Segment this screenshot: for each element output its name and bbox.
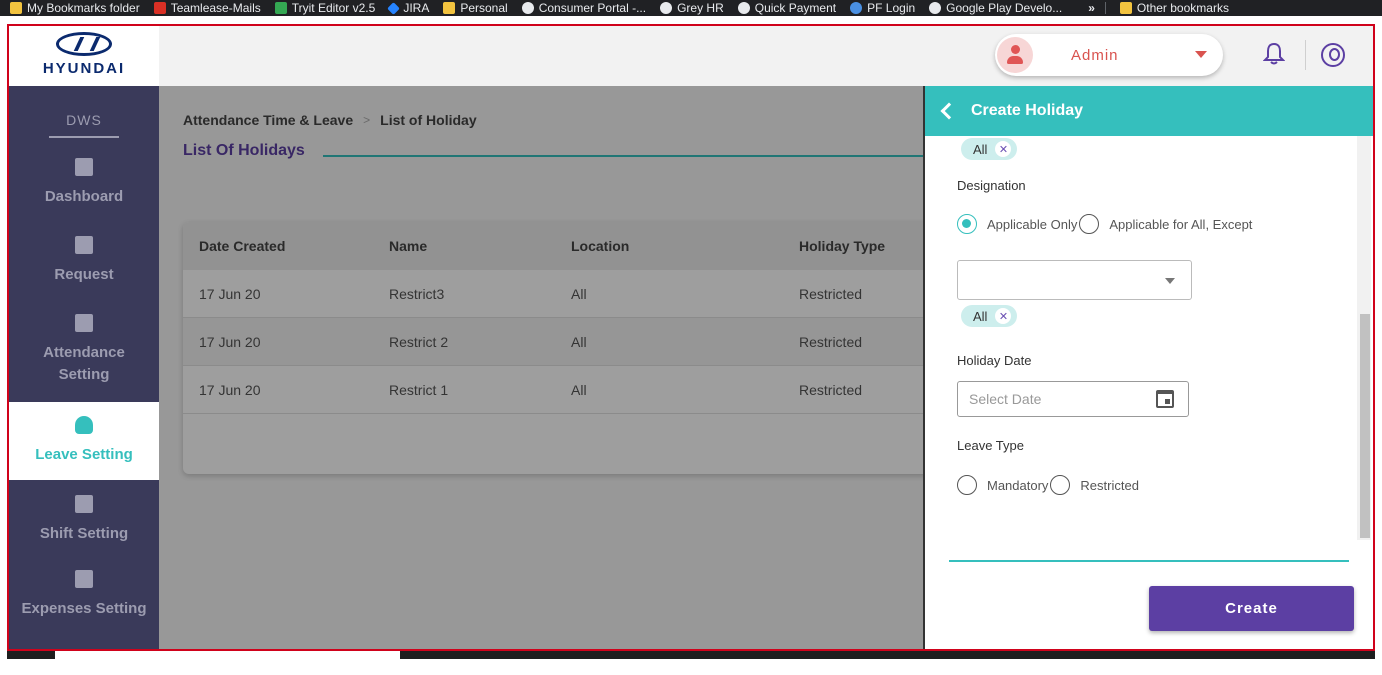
sidebar-item-dashboard[interactable]: Dashboard — [9, 158, 159, 214]
radio-label: Applicable for All, Except — [1109, 216, 1253, 232]
holiday-date-input[interactable] — [969, 391, 1139, 407]
user-role-dropdown[interactable]: Admin — [995, 34, 1223, 76]
folder-icon — [443, 2, 456, 14]
user-profile-icon[interactable] — [1321, 43, 1345, 67]
designation-radio-group: Applicable Only Applicable for All, Exce… — [957, 214, 1252, 234]
sidebar-item-request[interactable]: Request — [9, 236, 159, 292]
modal-backdrop[interactable] — [159, 86, 923, 649]
app-window: HYUNDAI Admin DWS Dashboard Request Atte… — [7, 24, 1375, 651]
brand-logo[interactable]: HYUNDAI — [29, 32, 139, 80]
radio-applicable-for-all-except[interactable] — [1079, 214, 1100, 234]
sidebar-item-shift-setting[interactable]: Shift Setting — [9, 480, 159, 560]
drawer-title: Create Holiday — [971, 102, 1084, 119]
sidebar-item-expenses-setting[interactable]: Expenses Setting — [9, 570, 159, 630]
radio-label: Restricted — [1080, 477, 1139, 493]
dashboard-icon — [75, 158, 93, 176]
hyundai-emblem-icon — [56, 32, 112, 56]
w3-icon — [274, 2, 287, 14]
globe-icon — [660, 2, 673, 14]
bookmarks-bar: My Bookmarks folder Teamlease-Mails Tryi… — [0, 0, 1382, 16]
bookmarks-divider — [1104, 2, 1106, 14]
location-chip: All ✕ — [961, 138, 1018, 160]
sidebar-section-title: DWS — [49, 112, 119, 138]
leave-type-radio-group: Mandatory Restricted — [957, 475, 1139, 495]
create-button[interactable]: Create — [1149, 586, 1354, 631]
request-icon — [75, 236, 93, 254]
bookmark-other-bookmarks[interactable]: Other bookmarks — [1119, 1, 1229, 15]
bookmark-jira[interactable]: JIRA — [387, 1, 429, 15]
chip-label: All — [973, 308, 988, 324]
sidebar-item-label: Expenses Setting — [21, 600, 147, 617]
bookmark-personal[interactable]: Personal — [443, 1, 508, 15]
gmail-icon — [153, 2, 166, 14]
globe-icon — [929, 2, 942, 14]
sidebar-item-label: Request — [54, 266, 114, 283]
sidebar-item-leave-setting[interactable]: Leave Setting — [9, 402, 159, 480]
bookmark-quick-payment[interactable]: Quick Payment — [737, 1, 836, 15]
user-role-label: Admin — [1071, 46, 1119, 64]
globe-icon — [521, 2, 534, 14]
document-icon — [75, 495, 93, 513]
holiday-date-label: Holiday Date — [957, 353, 1032, 368]
radio-label: Applicable Only — [987, 216, 1078, 232]
pf-icon — [850, 2, 863, 14]
admin-avatar-icon — [997, 37, 1033, 73]
jira-icon — [387, 1, 401, 15]
designation-label: Designation — [957, 178, 1026, 193]
calendar-icon[interactable] — [1156, 390, 1174, 408]
leave-type-label: Leave Type — [957, 438, 1024, 453]
logo-text: HYUNDAI — [42, 60, 126, 77]
drawer-scrollbar-thumb[interactable] — [1360, 314, 1370, 538]
sidebar: DWS Dashboard Request Attendance Setting… — [9, 86, 159, 649]
bookmark-consumer-portal[interactable]: Consumer Portal -... — [521, 1, 646, 15]
create-holiday-drawer: Create Holiday All ✕ Designation Applica… — [923, 86, 1373, 649]
bookmark-tryit-editor[interactable]: Tryit Editor v2.5 — [274, 1, 375, 15]
bookmark-google-play[interactable]: Google Play Develo... — [929, 1, 1062, 15]
sidebar-item-label: Shift Setting — [39, 525, 129, 542]
close-icon[interactable]: ✕ — [995, 308, 1012, 324]
folder-icon — [10, 2, 22, 14]
back-chevron-icon[interactable] — [940, 102, 958, 120]
sidebar-item-label: Leave Setting — [35, 446, 133, 463]
attendance-icon — [75, 314, 93, 332]
top-header: HYUNDAI Admin — [9, 26, 1373, 86]
drawer-divider — [949, 560, 1349, 562]
sidebar-item-label: Dashboard — [44, 188, 124, 205]
holiday-date-field[interactable] — [957, 381, 1189, 417]
notification-bell-icon[interactable] — [1263, 42, 1285, 66]
radio-applicable-only[interactable] — [957, 214, 977, 234]
close-icon[interactable]: ✕ — [995, 141, 1012, 157]
folder-icon — [1119, 2, 1132, 14]
bookmark-teamlease-mails[interactable]: Teamlease-Mails — [153, 1, 261, 15]
radio-label: Mandatory — [987, 477, 1049, 493]
header-divider — [1305, 40, 1306, 70]
taskbar-segment — [400, 651, 1375, 659]
radio-restricted[interactable] — [1050, 475, 1071, 495]
bookmark-my-bookmarks-folder[interactable]: My Bookmarks folder — [10, 1, 140, 15]
sidebar-item-label: Attendance Setting — [43, 344, 125, 383]
taskbar-strip — [7, 651, 1375, 675]
bookmarks-overflow-button[interactable]: » — [1088, 1, 1095, 15]
designation-select[interactable] — [957, 260, 1192, 300]
document-icon — [75, 570, 93, 588]
taskbar-segment — [7, 651, 55, 659]
chevron-down-icon — [1195, 51, 1207, 58]
globe-icon — [737, 2, 750, 14]
chip-label: All — [973, 141, 988, 157]
radio-mandatory[interactable] — [957, 475, 977, 495]
beach-umbrella-icon — [75, 416, 93, 434]
drawer-header: Create Holiday — [925, 86, 1373, 136]
chevron-down-icon — [1165, 278, 1175, 284]
bookmark-grey-hr[interactable]: Grey HR — [660, 1, 724, 15]
bookmark-pf-login[interactable]: PF Login — [850, 1, 915, 15]
designation-chip: All ✕ — [961, 305, 1018, 327]
sidebar-item-attendance-setting[interactable]: Attendance Setting — [9, 314, 159, 402]
